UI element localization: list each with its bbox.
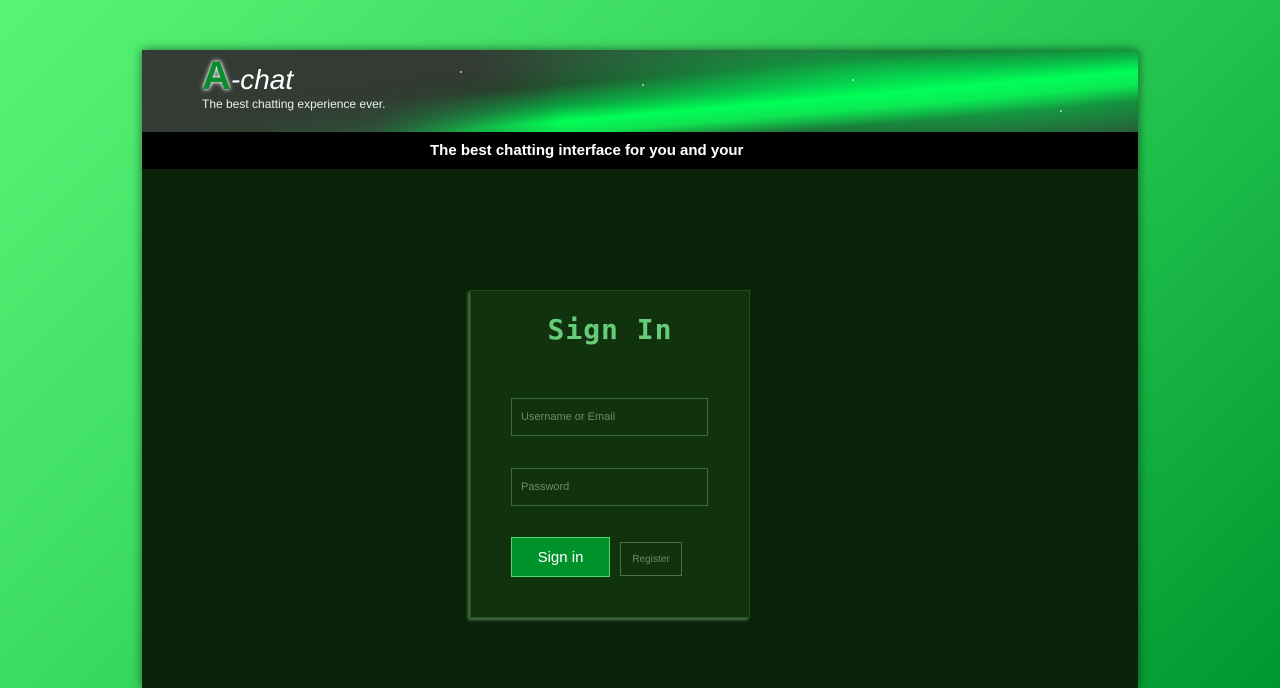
logo-initial: A [202, 54, 231, 98]
header-banner: A -chat The best chatting experience eve… [142, 50, 1138, 132]
app-logo[interactable]: A -chat [202, 54, 293, 98]
star-decoration [1060, 110, 1062, 112]
star-decoration [642, 84, 644, 86]
marquee-text: The best chatting interface for you and … [430, 142, 744, 159]
signin-title: Sign In [547, 313, 673, 346]
marquee-bar: The best chatting interface for you and … [142, 132, 1138, 169]
signin-card: Sign In Sign in Register [470, 290, 750, 618]
app-window: A -chat The best chatting experience eve… [142, 50, 1138, 688]
username-input[interactable] [511, 398, 708, 436]
register-button[interactable]: Register [620, 542, 682, 576]
app-tagline: The best chatting experience ever. [202, 97, 386, 111]
star-decoration [460, 71, 462, 73]
star-decoration [852, 79, 854, 81]
password-input[interactable] [511, 468, 708, 506]
logo-wordmark: -chat [230, 64, 294, 95]
signin-button[interactable]: Sign in [511, 537, 610, 577]
